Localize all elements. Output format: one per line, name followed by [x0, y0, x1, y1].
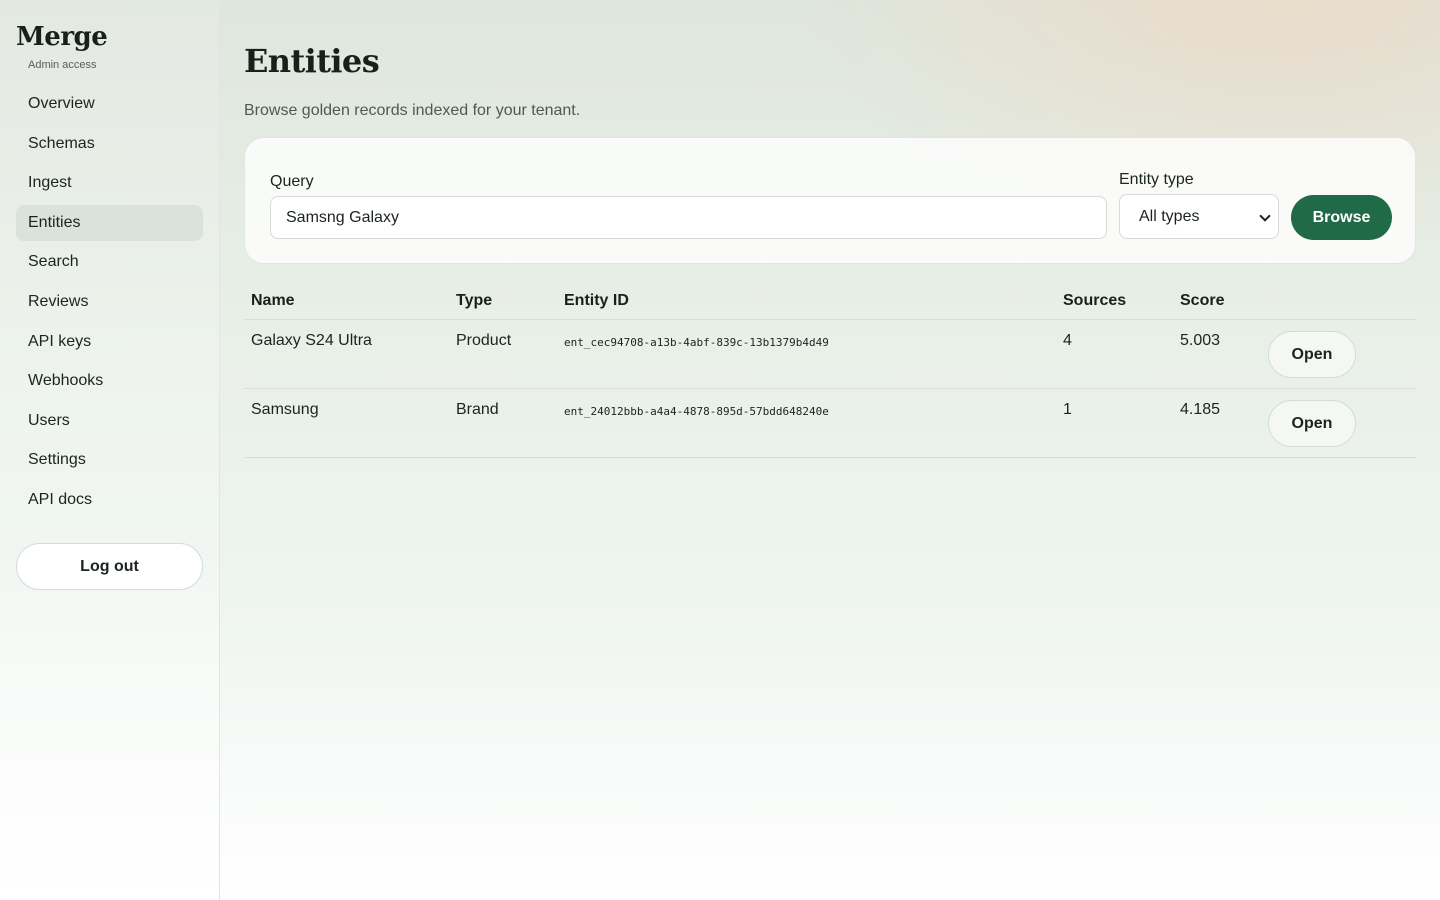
main-content: Entities Browse golden records indexed f… [244, 0, 1416, 900]
cell-entity-id: ent_cec94708-a13b-4abf-839c-13b1379b4d49 [564, 336, 829, 349]
entity-type-label: Entity type [1119, 171, 1194, 188]
column-header-name: Name [251, 292, 295, 309]
chevron-down-icon [1259, 210, 1271, 222]
sidebar-item-overview[interactable]: Overview [16, 86, 203, 122]
browse-button[interactable]: Browse [1291, 195, 1392, 240]
sidebar-nav: Overview Schemas Ingest Entities Search … [16, 86, 203, 522]
column-header-entity-id: Entity ID [564, 292, 629, 309]
sidebar-item-webhooks[interactable]: Webhooks [16, 363, 203, 399]
query-label: Query [270, 173, 314, 190]
entity-type-selected-value: All types [1139, 208, 1200, 225]
sidebar: Merge Admin access Overview Schemas Inge… [0, 0, 220, 900]
table-row: Galaxy S24 Ultra Product ent_cec94708-a1… [244, 320, 1416, 389]
sidebar-item-api-docs[interactable]: API docs [16, 482, 203, 518]
table-header: Name Type Entity ID Sources Score [244, 282, 1416, 320]
cell-sources: 1 [1063, 401, 1072, 418]
cell-type: Brand [456, 401, 499, 418]
logout-button[interactable]: Log out [16, 543, 203, 590]
sidebar-item-users[interactable]: Users [16, 403, 203, 439]
cell-score: 5.003 [1180, 332, 1221, 349]
sidebar-item-entities[interactable]: Entities [16, 204, 203, 241]
access-level-label: Admin access [28, 59, 97, 71]
sidebar-item-api-keys[interactable]: API keys [16, 324, 203, 360]
entity-type-select[interactable]: All types [1119, 194, 1279, 239]
sidebar-item-schemas[interactable]: Schemas [16, 126, 203, 162]
sidebar-item-ingest[interactable]: Ingest [16, 165, 203, 201]
open-button[interactable]: Open [1268, 331, 1356, 378]
results-table: Name Type Entity ID Sources Score Galaxy… [244, 282, 1416, 458]
open-button[interactable]: Open [1268, 400, 1356, 447]
table-row: Samsung Brand ent_24012bbb-a4a4-4878-895… [244, 389, 1416, 458]
cell-name: Samsung [251, 401, 319, 418]
sidebar-item-search[interactable]: Search [16, 244, 203, 280]
page-title: Entities [244, 42, 380, 80]
cell-name: Galaxy S24 Ultra [251, 332, 372, 349]
cell-type: Product [456, 332, 512, 349]
column-header-type: Type [456, 292, 493, 309]
brand-logo[interactable]: Merge [16, 22, 108, 52]
page-subtitle: Browse golden records indexed for your t… [244, 102, 581, 119]
cell-sources: 4 [1063, 332, 1072, 349]
column-header-score: Score [1180, 292, 1225, 309]
sidebar-item-settings[interactable]: Settings [16, 442, 203, 478]
filter-card: Query Entity type All types Browse [244, 137, 1416, 264]
query-input[interactable] [270, 196, 1107, 239]
column-header-sources: Sources [1063, 292, 1127, 309]
sidebar-item-reviews[interactable]: Reviews [16, 284, 203, 320]
cell-entity-id: ent_24012bbb-a4a4-4878-895d-57bdd648240e [564, 405, 829, 418]
cell-score: 4.185 [1180, 401, 1221, 418]
